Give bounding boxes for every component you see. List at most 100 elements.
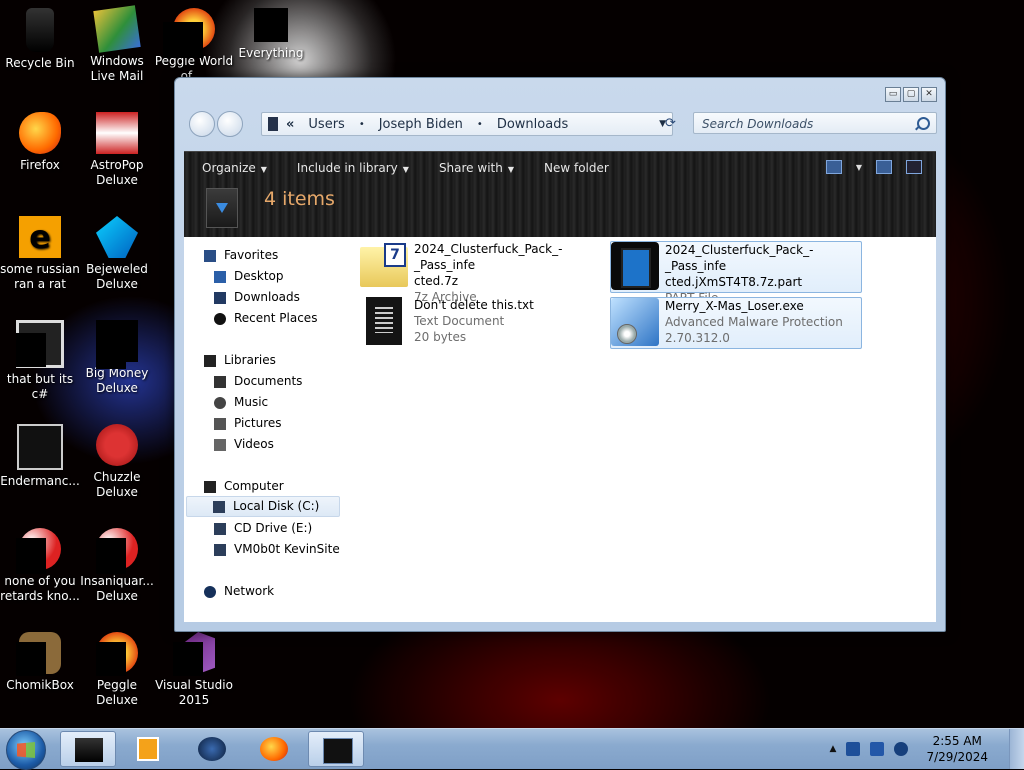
desktop-icon-some-russian[interactable]: e some russian ran a rat <box>0 216 80 292</box>
clock[interactable]: 2:55 AM 7/29/2024 <box>926 733 988 765</box>
nav-local-disk[interactable]: Local Disk (C:) <box>186 496 340 517</box>
file-item[interactable]: Merry_X-Mas_Loser.exe Advanced Malware P… <box>610 297 862 349</box>
desktop-icon-firefox[interactable]: Firefox <box>0 112 80 173</box>
nav-label: Network <box>224 584 275 598</box>
navigation-pane: Favorites Desktop Downloads Recent Place… <box>184 237 349 622</box>
nav-favorites[interactable]: Favorites <box>204 245 278 266</box>
nav-label: Pictures <box>234 416 282 430</box>
close-button[interactable]: ✕ <box>921 87 937 102</box>
music-icon <box>214 396 226 409</box>
taskbar-explorer[interactable] <box>60 731 116 767</box>
include-label: Include in library <box>296 161 398 175</box>
maximize-button[interactable]: ▢ <box>903 87 919 102</box>
taskbar-app-globe[interactable] <box>184 731 240 767</box>
desktop-icon-recycle-bin[interactable]: Recycle Bin <box>0 8 80 71</box>
desktop-icon-label: AstroPop Deluxe <box>90 158 144 187</box>
share-with-menu[interactable]: Share with ▼ <box>439 161 514 175</box>
desktop-icon-bejeweled[interactable]: Bejeweled Deluxe <box>77 216 157 292</box>
e-app-icon: e <box>19 216 61 258</box>
star-icon <box>204 249 216 262</box>
desktop-icon-label: Firefox <box>20 158 60 172</box>
desktop-icon-label: Visual Studio 2015 <box>155 678 233 707</box>
redaction-box <box>173 642 203 676</box>
nav-vm-share[interactable]: VM0b0t KevinSite <box>214 539 340 560</box>
nav-downloads[interactable]: Downloads <box>214 287 300 308</box>
redaction-box <box>16 333 46 367</box>
redaction-box <box>96 538 126 574</box>
nav-label: Documents <box>234 374 303 388</box>
breadcrumb-overflow[interactable]: « <box>286 117 294 132</box>
taskbar-console[interactable] <box>308 731 364 767</box>
nav-desktop[interactable]: Desktop <box>214 266 284 287</box>
search-input[interactable]: Search Downloads <box>693 112 937 134</box>
nav-recent-places[interactable]: Recent Places <box>214 308 317 329</box>
file-item[interactable]: 2024_Clusterfuck_Pack_-_Pass_infe cted.7… <box>360 241 610 304</box>
search-icon[interactable] <box>917 117 930 130</box>
network-icon <box>204 585 216 598</box>
forward-button[interactable] <box>217 111 243 137</box>
breadcrumb-users[interactable]: Users <box>308 117 344 132</box>
back-button[interactable] <box>189 111 215 137</box>
new-folder-button[interactable]: New folder <box>544 161 609 175</box>
refresh-icon[interactable]: ⟳ <box>665 116 676 131</box>
start-button[interactable] <box>6 730 46 770</box>
7z-archive-icon <box>360 243 408 287</box>
explorer-window[interactable]: ▭ ▢ ✕ « Users • Joseph Biden • Downloads… <box>174 77 946 632</box>
help-icon[interactable] <box>906 160 922 174</box>
preview-pane-icon[interactable] <box>876 160 892 174</box>
nav-computer[interactable]: Computer <box>204 476 284 497</box>
nav-label: Computer <box>224 479 284 493</box>
nav-cd-drive[interactable]: CD Drive (E:) <box>214 518 312 539</box>
chevron-down-icon: ▼ <box>507 165 514 174</box>
breadcrumb-separator[interactable]: • <box>477 119 483 130</box>
clock-time: 2:55 AM <box>932 734 982 748</box>
file-name: Merry_X-Mas_Loser.exe <box>665 299 804 313</box>
taskbar-firefox[interactable] <box>246 731 302 767</box>
nav-label: Local Disk (C:) <box>233 499 320 513</box>
file-name-line2: cted.7z <box>414 274 459 288</box>
nav-label: Music <box>234 395 269 409</box>
organize-menu[interactable]: Organize ▼ <box>202 161 267 175</box>
minimize-button[interactable]: ▭ <box>885 87 901 102</box>
command-bar: Organize ▼ Include in library ▼ Share with… <box>184 151 936 238</box>
desktop-icon-windows-live-mail[interactable]: Windows Live Mail <box>77 5 157 84</box>
nav-music[interactable]: Music <box>214 392 268 413</box>
pictures-icon <box>214 417 226 430</box>
redaction-box <box>16 538 46 574</box>
explorer-icon <box>75 738 103 762</box>
desktop-icon-label: that but its c# <box>6 372 74 401</box>
media-player-icon <box>137 737 159 761</box>
desktop-icon-astropop[interactable]: AstroPop Deluxe <box>77 112 157 188</box>
nav-videos[interactable]: Videos <box>214 434 274 455</box>
downloads-icon <box>214 291 226 304</box>
include-in-library-menu[interactable]: Include in library ▼ <box>297 161 409 175</box>
chevron-down-icon[interactable]: ▼ <box>856 163 862 172</box>
nav-network[interactable]: Network <box>204 581 274 602</box>
chuzzle-icon <box>96 424 138 466</box>
redaction-box <box>96 642 126 676</box>
desktop-icon-chuzzle[interactable]: Chuzzle Deluxe <box>77 424 157 500</box>
taskbar-media-player[interactable] <box>120 731 176 767</box>
breadcrumb-joseph-biden[interactable]: Joseph Biden <box>379 117 463 132</box>
file-item[interactable]: Don't delete this.txt Text Document 20 b… <box>360 297 610 347</box>
nav-documents[interactable]: Documents <box>214 371 302 392</box>
desktop-icon-everything[interactable]: Everything <box>231 8 311 61</box>
volume-icon[interactable] <box>894 742 909 756</box>
change-view-icon[interactable] <box>825 160 842 174</box>
address-bar[interactable]: « Users • Joseph Biden • Downloads ▼ <box>261 112 673 136</box>
desktop-icon-endermanch[interactable]: Endermanc... <box>0 424 80 489</box>
show-desktop-button[interactable] <box>1009 729 1024 769</box>
nav-libraries[interactable]: Libraries <box>204 350 276 371</box>
breadcrumb-separator[interactable]: • <box>359 119 365 130</box>
show-hidden-icons[interactable]: ▲ <box>830 744 837 754</box>
network-tray-icon[interactable] <box>870 742 885 756</box>
breadcrumb-downloads[interactable]: Downloads <box>497 117 568 132</box>
shield-icon[interactable] <box>846 742 861 756</box>
desktop-icon-label: Windows Live Mail <box>90 54 144 83</box>
file-item[interactable]: 2024_Clusterfuck_Pack_-_Pass_infe cted.j… <box>610 241 862 305</box>
nav-label: CD Drive (E:) <box>234 521 313 535</box>
system-tray: ▲ 2:55 AM 7/29/2024 <box>830 729 1012 769</box>
everything-icon <box>254 8 288 42</box>
nav-pictures[interactable]: Pictures <box>214 413 282 434</box>
file-type: Text Document <box>414 314 505 328</box>
